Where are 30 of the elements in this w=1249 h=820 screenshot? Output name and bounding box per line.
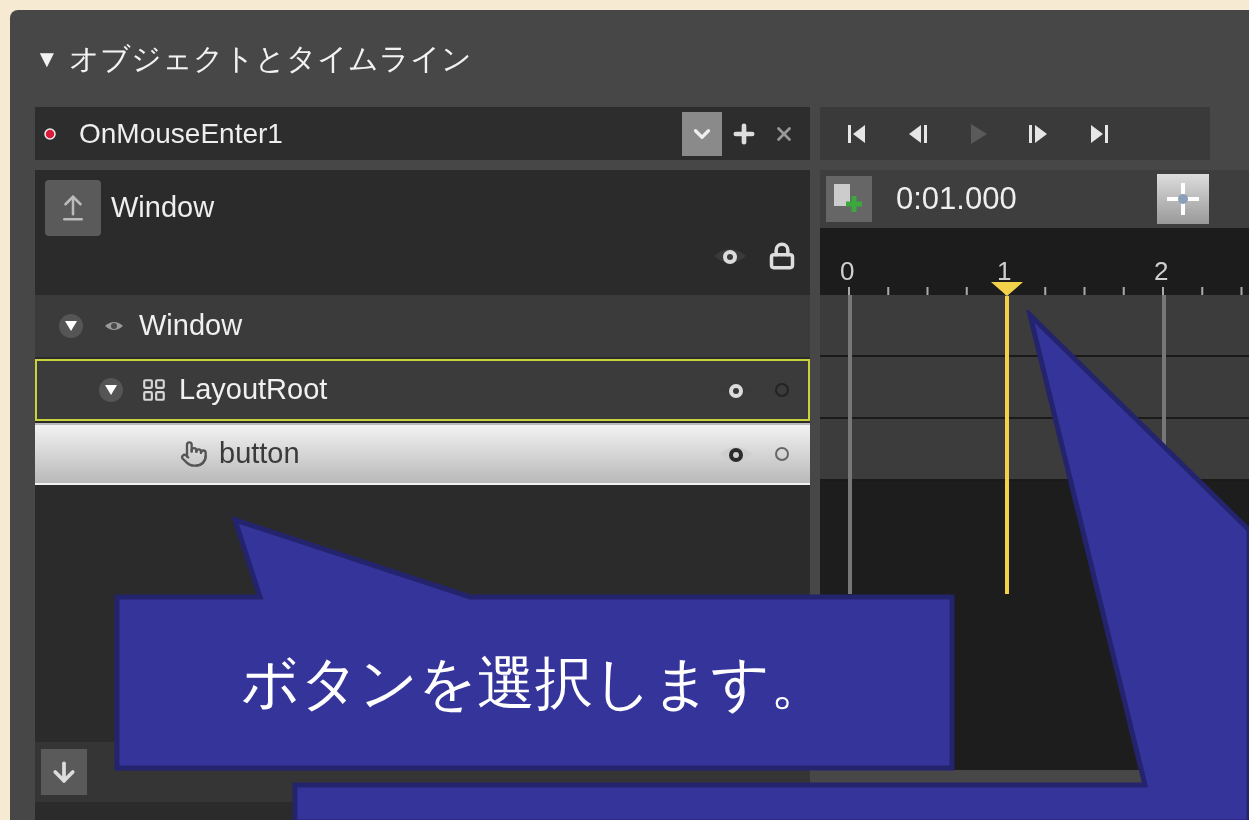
tree-row[interactable]: Window	[35, 295, 810, 357]
current-time: 0:01.000	[896, 179, 1018, 218]
pointer-icon	[180, 440, 208, 468]
move-down-button[interactable]	[41, 749, 87, 795]
scope-name: Window	[111, 190, 215, 226]
expand-toggle[interactable]	[59, 314, 83, 338]
collapse-arrow[interactable]: ▼	[35, 40, 59, 77]
triangle-icon	[65, 321, 77, 331]
callout-text: ボタンを選択します。	[241, 649, 828, 717]
lock-icon[interactable]	[768, 242, 796, 270]
add-keyframe-button[interactable]	[826, 176, 872, 222]
element-name: LayoutRoot	[179, 372, 329, 408]
panel-title: オブジェクトとタイムライン	[68, 41, 472, 77]
scope-up-button[interactable]	[45, 180, 101, 236]
ruler-label: 0	[840, 255, 855, 288]
grid-icon	[141, 377, 167, 403]
circle-icon[interactable]	[774, 446, 790, 462]
eye-icon	[104, 319, 124, 333]
tree-row[interactable]: button	[35, 423, 810, 485]
expand-toggle[interactable]	[99, 378, 123, 402]
triangle-icon	[105, 385, 117, 395]
ruler-label: 2	[1154, 255, 1169, 288]
storyboard-name: OnMouseEnter1	[79, 116, 284, 151]
storyboard-field[interactable]: OnMouseEnter1	[35, 107, 810, 160]
tree-row[interactable]: LayoutRoot	[35, 359, 810, 421]
dropdown-button[interactable]	[682, 111, 722, 156]
element-name: Window	[139, 308, 244, 344]
element-name: button	[219, 436, 301, 472]
snap-button[interactable]	[1157, 174, 1209, 224]
ruler-label: 1	[997, 255, 1012, 288]
